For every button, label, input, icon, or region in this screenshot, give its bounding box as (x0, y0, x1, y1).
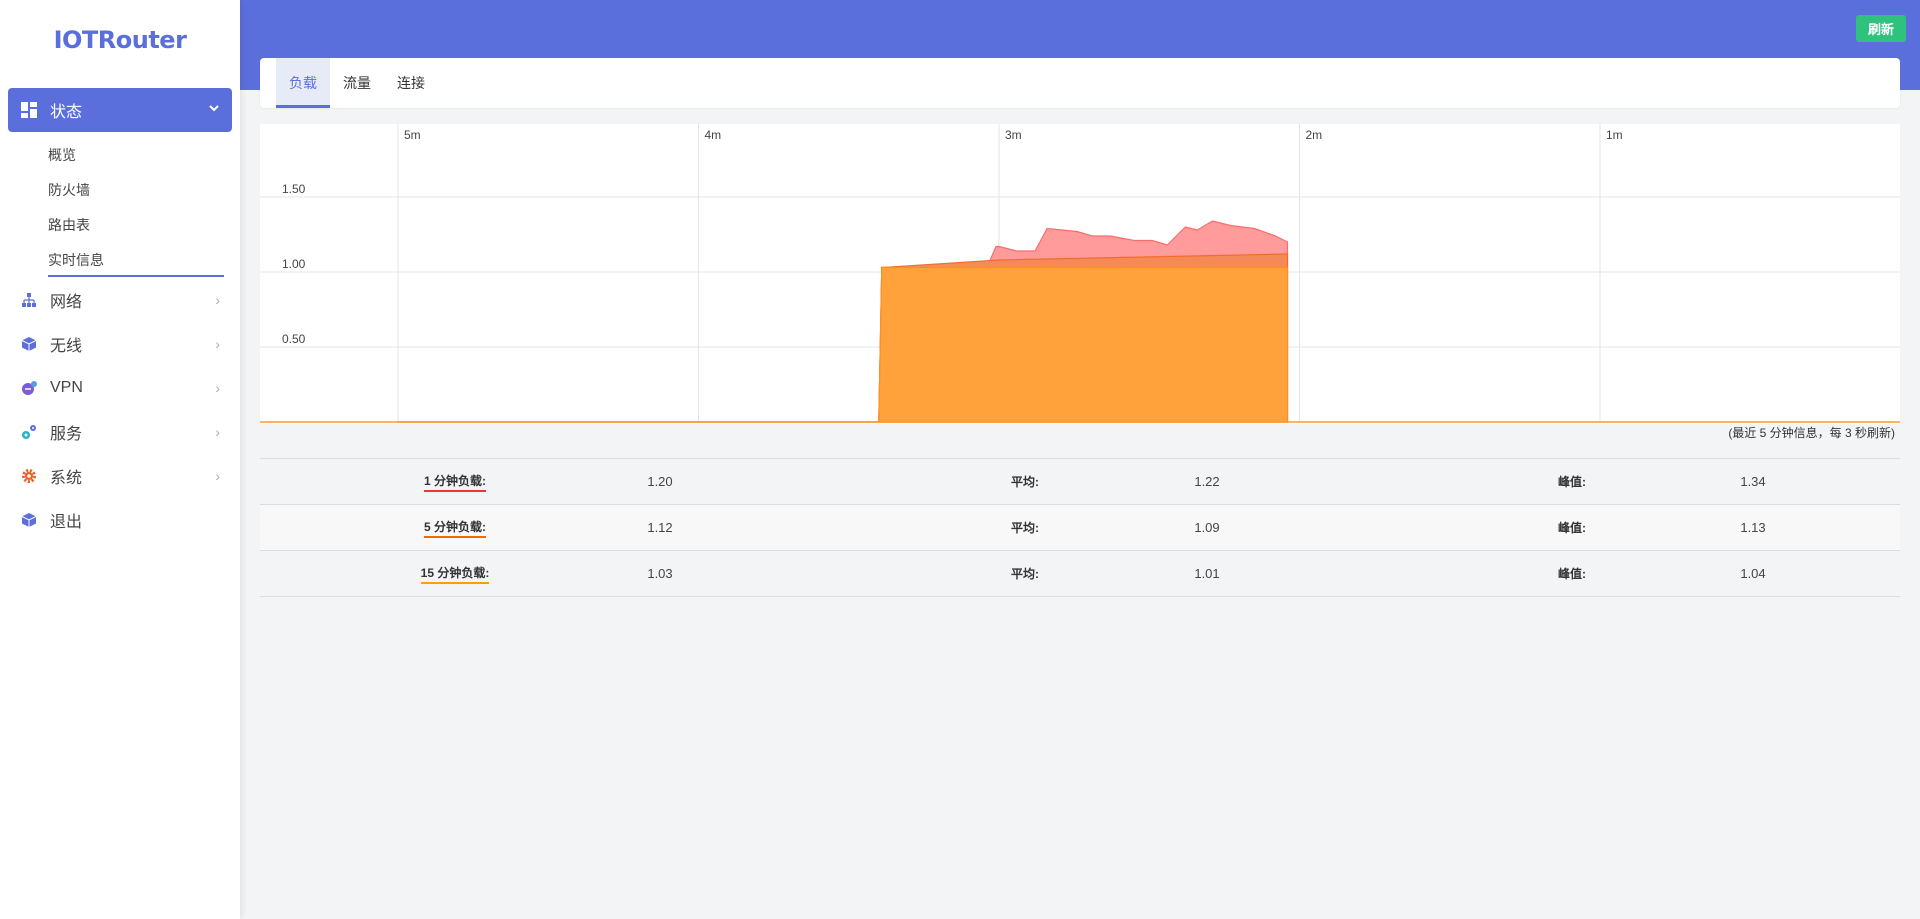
stat-peak-label: 峰值: (1558, 521, 1586, 535)
x-tick-label: 3m (1005, 128, 1022, 142)
submenu-item-routes[interactable]: 路由表 (0, 208, 240, 243)
chevron-right-icon: › (215, 424, 220, 440)
stat-peak-label: 峰值: (1558, 475, 1586, 489)
services-icon (20, 423, 38, 441)
stat-avg-label: 平均: (1011, 521, 1039, 535)
y-tick-label: 1.50 (282, 182, 306, 196)
tab-connections[interactable]: 连接 (384, 58, 438, 108)
stat-avg-label: 平均: (1011, 567, 1039, 581)
x-tick-label: 1m (1606, 128, 1623, 142)
tab-traffic[interactable]: 流量 (330, 58, 384, 108)
y-tick-label: 1.00 (282, 257, 306, 271)
load-chart: 1.50 1.00 0.50 5m 4m 3m 2m 1m (最近 5 分钟信息，每 3 秒刷… (260, 124, 1900, 440)
stat-label-text: 5 分钟负载: (423, 518, 486, 538)
submenu-item-firewall[interactable]: 防火墙 (0, 173, 240, 208)
sidebar-item-label: 退出 (50, 514, 83, 531)
tab-bar: 负载 流量 连接 (260, 58, 1900, 108)
stat-peak-value: 1.04 (1740, 566, 1766, 581)
app-logo[interactable]: IOTRouter (0, 0, 240, 80)
x-tick-label: 4m (705, 128, 722, 142)
chevron-right-icon: › (215, 380, 220, 396)
system-gear-icon (20, 467, 38, 485)
sidebar-item-label: 无线 (50, 338, 83, 355)
stat-avg-label: 平均: (1011, 475, 1039, 489)
sidebar-item-wireless[interactable]: 无线 › (0, 322, 240, 366)
sidebar-item-system[interactable]: 系统 › (0, 454, 240, 498)
sidebar-item-status[interactable]: 状态 (8, 88, 232, 132)
stat-label: 5 分钟负载: (390, 518, 520, 538)
chevron-right-icon: › (215, 336, 220, 352)
network-icon (20, 291, 38, 309)
chevron-right-icon: › (215, 292, 220, 308)
wireless-icon (20, 335, 38, 353)
sidebar-item-label: 状态 (50, 104, 83, 121)
sidebar-item-logout[interactable]: 退出 (0, 498, 240, 542)
sidebar-item-services[interactable]: 服务 › (0, 410, 240, 454)
submenu-item-realtime[interactable]: 实时信息 (0, 243, 240, 278)
sidebar-item-label: VPN (50, 379, 83, 396)
load-chart-svg: 1.50 1.00 0.50 5m 4m 3m 2m 1m (260, 124, 1900, 423)
stat-peak-label: 峰值: (1558, 567, 1586, 581)
sidebar-item-network[interactable]: 网络 › (0, 278, 240, 322)
stat-current-value: 1.12 (647, 520, 673, 535)
vpn-icon (20, 379, 38, 397)
tab-load[interactable]: 负载 (276, 58, 330, 108)
stat-avg-value: 1.09 (1194, 520, 1220, 535)
dashboard-icon (20, 101, 38, 119)
stat-label-text: 15 分钟负载: (420, 564, 490, 584)
stat-peak-value: 1.13 (1740, 520, 1766, 535)
stat-label: 15 分钟负载: (390, 564, 520, 584)
stat-label-text: 1 分钟负载: (423, 472, 486, 492)
chevron-down-icon (208, 101, 220, 119)
status-submenu: 概览 防火墙 路由表 实时信息 (0, 132, 240, 278)
stat-avg-value: 1.22 (1194, 474, 1220, 489)
sidebar: IOTRouter 状态 概览 防火墙 路由表 实时信息 网络 › 无线 › V… (0, 0, 240, 919)
y-tick-label: 0.50 (282, 332, 306, 346)
sidebar-item-label: 系统 (50, 470, 83, 487)
load-stats-table: 1 分钟负载: 1.20 平均: 1.22 峰值: 1.34 5 分钟负载: 1… (260, 458, 1900, 597)
sidebar-item-vpn[interactable]: VPN › (0, 366, 240, 410)
series-area (398, 266, 1289, 423)
table-row: 1 分钟负载: 1.20 平均: 1.22 峰值: 1.34 (260, 459, 1900, 505)
stat-label: 1 分钟负载: (390, 472, 520, 492)
sidebar-item-label: 服务 (50, 426, 83, 443)
chart-refresh-note: (最近 5 分钟信息，每 3 秒刷新) (1728, 426, 1895, 440)
sidebar-item-label: 网络 (50, 294, 83, 311)
x-tick-label: 2m (1306, 128, 1323, 142)
x-tick-label: 5m (404, 128, 421, 142)
refresh-button[interactable]: 刷新 (1855, 15, 1906, 42)
table-row: 15 分钟负载: 1.03 平均: 1.01 峰值: 1.04 (260, 551, 1900, 597)
table-row: 5 分钟负载: 1.12 平均: 1.09 峰值: 1.13 (260, 505, 1900, 551)
logout-icon (20, 511, 38, 529)
submenu-item-overview[interactable]: 概览 (0, 138, 240, 173)
chevron-right-icon: › (215, 468, 220, 484)
stat-peak-value: 1.34 (1740, 474, 1766, 489)
stat-avg-value: 1.01 (1194, 566, 1220, 581)
stat-current-value: 1.20 (647, 474, 673, 489)
stat-current-value: 1.03 (647, 566, 673, 581)
